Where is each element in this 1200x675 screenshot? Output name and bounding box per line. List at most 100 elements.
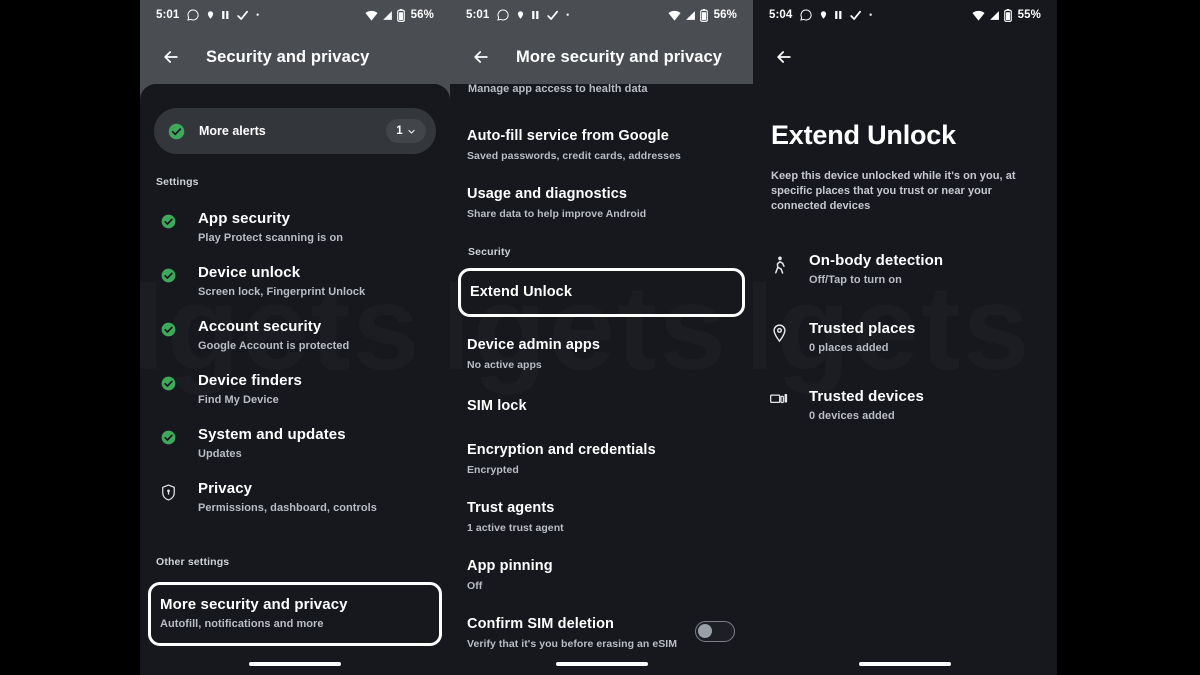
row-on-body-detection[interactable]: On-body detection Off/Tap to turn on xyxy=(753,242,1057,296)
row-usage-and-diagnostics[interactable]: Usage and diagnostics Share data to help… xyxy=(450,174,753,232)
page-title: Security and privacy xyxy=(206,47,370,66)
phone-panel-more-security-and-privacy: Gadgets 360 5:01 56% More securit xyxy=(450,0,753,675)
toggle-knob xyxy=(698,624,712,638)
row-app-pinning[interactable]: App pinning Off xyxy=(450,546,753,604)
row-title: Device admin apps xyxy=(467,337,601,353)
scroll-body[interactable]: Manage app access to health data Auto-fi… xyxy=(450,82,753,662)
dot-icon xyxy=(566,13,570,17)
status-bar: 5:01 56% xyxy=(140,0,450,30)
pause-icon xyxy=(532,11,539,19)
row-trust-agents[interactable]: Trust agents 1 active trust agent xyxy=(450,488,753,546)
map-pin-icon xyxy=(767,324,791,343)
battery-icon xyxy=(699,8,708,22)
row-device-admin-apps[interactable]: Device admin apps No active apps xyxy=(450,325,753,383)
row-title: Confirm SIM deletion xyxy=(467,616,614,632)
sidebar-item-device-unlock[interactable]: Device unlock Screen lock, Fingerprint U… xyxy=(140,254,450,308)
location-icon xyxy=(819,9,828,21)
battery-percent: 55% xyxy=(1017,9,1041,21)
confirm-sim-deletion-toggle[interactable] xyxy=(695,615,735,642)
check-icon xyxy=(236,9,249,22)
back-arrow-icon[interactable] xyxy=(464,40,498,74)
wifi-icon xyxy=(365,10,378,21)
row-encryption-and-credentials[interactable]: Encryption and credentials Encrypted xyxy=(450,430,753,488)
check-circle-icon xyxy=(156,268,180,283)
walking-person-icon xyxy=(767,256,791,275)
row-title: On-body detection xyxy=(809,252,944,269)
more-alerts-chip[interactable]: More alerts 1 xyxy=(154,108,436,154)
check-circle-icon xyxy=(156,214,180,229)
whatsapp-icon xyxy=(800,9,812,21)
row-sim-lock[interactable]: SIM lock xyxy=(450,383,753,430)
row-text: Trusted devices 0 devices added xyxy=(809,387,924,423)
battery-icon xyxy=(396,8,405,22)
extend-unlock-row[interactable]: Extend Unlock xyxy=(458,268,745,317)
row-text: System and updates Updates xyxy=(198,425,346,461)
screenshot-stage: Gadgets 360 5:01 56% Se xyxy=(0,0,1200,675)
check-icon xyxy=(849,9,862,22)
signal-icon xyxy=(685,10,696,21)
sidebar-item-app-security[interactable]: App security Play Protect scanning is on xyxy=(140,200,450,254)
row-trusted-devices[interactable]: Trusted devices 0 devices added xyxy=(753,378,1057,432)
sidebar-item-account-security[interactable]: Account security Google Account is prote… xyxy=(140,308,450,362)
row-auto-fill-service-from-google[interactable]: Auto-fill service from Google Saved pass… xyxy=(450,116,753,174)
row-title: Trust agents xyxy=(467,500,555,516)
app-bar: Security and privacy xyxy=(140,30,450,84)
status-bar-time: 5:04 xyxy=(769,9,793,21)
row-text: Trusted places 0 places added xyxy=(809,319,915,355)
row-subtitle: Verify that it's you before erasing an e… xyxy=(467,638,678,650)
row-confirm-sim-deletion[interactable]: Confirm SIM deletion Verify that it's yo… xyxy=(450,604,753,662)
row-text: Account security Google Account is prote… xyxy=(198,317,349,353)
row-title: Extend Unlock xyxy=(470,284,573,300)
check-icon xyxy=(546,9,559,22)
status-bar-left-icons xyxy=(800,9,873,22)
row-subtitle: Updates xyxy=(198,448,242,460)
sidebar-item-system-and-updates[interactable]: System and updates Updates xyxy=(140,416,450,470)
page-title: More security and privacy xyxy=(516,47,723,66)
row-title: Auto-fill service from Google xyxy=(467,128,669,144)
phone-panel-security-and-privacy: Gadgets 360 5:01 56% Se xyxy=(140,0,450,675)
row-title: Device unlock xyxy=(198,264,301,281)
gesture-nav-pill[interactable] xyxy=(859,662,951,666)
phone-panel-extend-unlock: Gadgets 360 5:04 55% xyxy=(753,0,1057,675)
clipped-row-subtitle: Manage app access to health data xyxy=(468,83,648,95)
location-icon xyxy=(206,9,215,21)
row-subtitle: Off/Tap to turn on xyxy=(809,274,902,286)
status-bar-left-icons xyxy=(187,9,260,22)
sidebar-item-device-finders[interactable]: Device finders Find My Device xyxy=(140,362,450,416)
more-security-and-privacy-row[interactable]: More security and privacy Autofill, noti… xyxy=(148,582,442,646)
row-trusted-places[interactable]: Trusted places 0 places added xyxy=(753,310,1057,364)
status-bar-time: 5:01 xyxy=(156,9,180,21)
signal-icon xyxy=(989,10,1000,21)
row-title: Usage and diagnostics xyxy=(467,186,628,202)
toggle-switch-off[interactable] xyxy=(695,621,735,642)
gesture-nav-pill[interactable] xyxy=(249,662,341,666)
whatsapp-icon xyxy=(187,9,199,21)
row-text: Device unlock Screen lock, Fingerprint U… xyxy=(198,263,365,299)
status-bar-time: 5:01 xyxy=(466,9,490,21)
row-subtitle: Autofill, notifications and more xyxy=(160,618,324,630)
row-subtitle: Encrypted xyxy=(467,464,519,476)
more-alerts-count: 1 xyxy=(396,125,403,137)
row-subtitle: Share data to help improve Android xyxy=(467,208,647,220)
check-circle-icon xyxy=(156,322,180,337)
row-title: More security and privacy xyxy=(160,596,348,613)
scroll-body[interactable]: More alerts 1 Settings App security Play… xyxy=(140,84,450,646)
row-subtitle: Off xyxy=(467,580,483,592)
row-title: Account security xyxy=(198,318,322,335)
row-text: Device admin apps No active apps xyxy=(467,336,600,372)
more-alerts-count-badge[interactable]: 1 xyxy=(386,119,426,143)
battery-icon xyxy=(1003,8,1012,22)
back-arrow-icon[interactable] xyxy=(767,40,801,74)
wifi-icon xyxy=(668,10,681,21)
row-text: Auto-fill service from Google Saved pass… xyxy=(467,127,681,163)
status-bar: 5:04 55% xyxy=(753,0,1057,30)
back-arrow-icon[interactable] xyxy=(154,40,188,74)
scroll-body[interactable]: Extend Unlock Keep this device unlocked … xyxy=(753,120,1057,432)
status-bar-right-icons: 55% xyxy=(972,8,1041,22)
gesture-nav-pill[interactable] xyxy=(555,662,648,666)
dot-icon xyxy=(256,13,260,17)
row-title: Privacy xyxy=(198,480,253,497)
status-bar-right-icons: 56% xyxy=(365,8,434,22)
sidebar-item-privacy[interactable]: Privacy Permissions, dashboard, controls xyxy=(140,470,450,524)
row-title: Device finders xyxy=(198,372,302,389)
